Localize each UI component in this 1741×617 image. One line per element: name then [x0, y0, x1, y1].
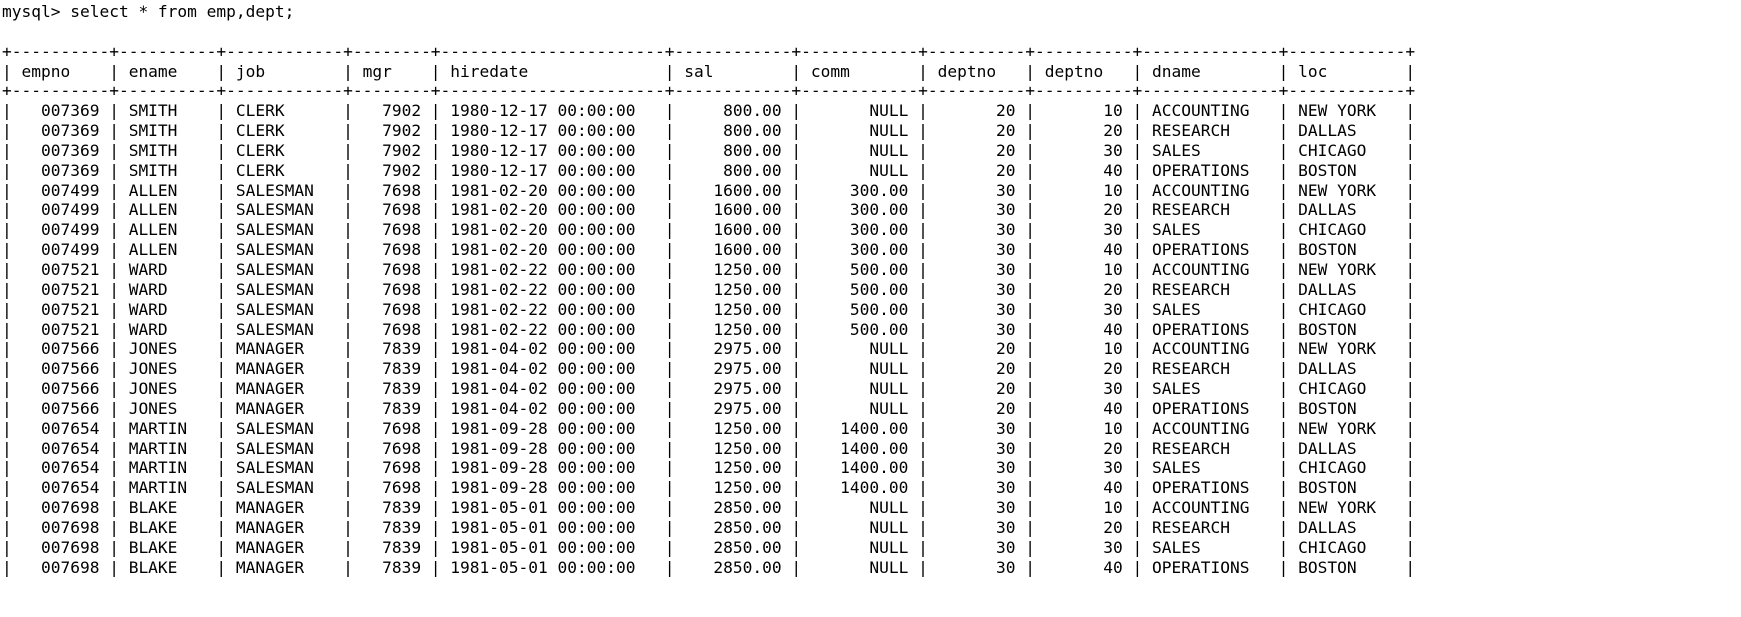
terminal-window: mysql> select * from emp,dept; +--------…: [0, 0, 1741, 617]
mysql-prompt-line: mysql> select * from emp,dept;: [2, 2, 295, 21]
terminal-output: mysql> select * from emp,dept; +--------…: [2, 2, 1741, 577]
query-result-table: +----------+----------+------------+----…: [2, 41, 1416, 577]
